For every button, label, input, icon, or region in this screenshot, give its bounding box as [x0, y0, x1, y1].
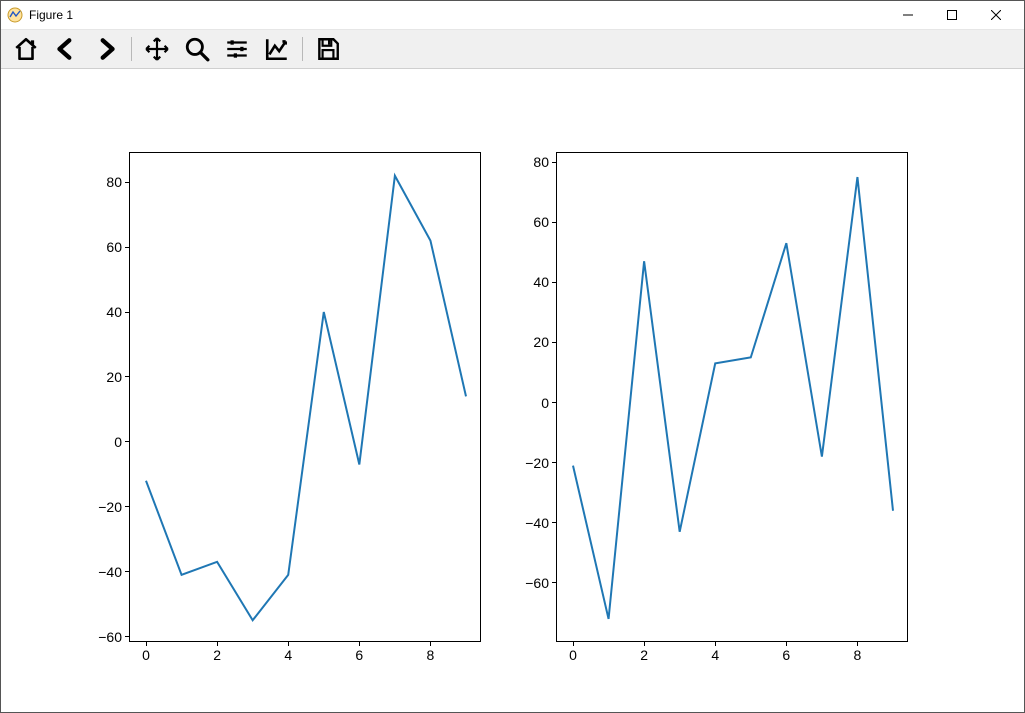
ytick-label: 40 — [533, 274, 549, 290]
maximize-icon — [947, 10, 957, 20]
forward-button[interactable] — [87, 32, 125, 66]
ytick-label: −40 — [98, 564, 122, 580]
subplot-2[interactable]: −60−40−2002040608002468 — [556, 152, 908, 642]
ytick-label: 20 — [106, 369, 122, 385]
ytick-label: 20 — [533, 334, 549, 350]
back-button[interactable] — [47, 32, 85, 66]
line-series — [557, 153, 909, 643]
toolbar — [1, 30, 1024, 69]
arrow-right-icon — [93, 36, 119, 62]
pan-button[interactable] — [138, 32, 176, 66]
ytick-label: 0 — [541, 395, 549, 411]
ytick-label: −60 — [525, 575, 549, 591]
ytick-label: −20 — [98, 499, 122, 515]
xtick-label: 2 — [640, 647, 648, 663]
subplot-1[interactable]: −60−40−2002040608002468 — [129, 152, 481, 642]
zoom-button[interactable] — [178, 32, 216, 66]
xtick-label: 6 — [782, 647, 790, 663]
zoom-icon — [184, 36, 210, 62]
axis-edit-button[interactable] — [258, 32, 296, 66]
titlebar-left: Figure 1 — [7, 7, 73, 23]
ytick-label: 0 — [114, 434, 122, 450]
ytick-label: 80 — [106, 174, 122, 190]
ytick-label: −20 — [525, 455, 549, 471]
arrow-left-icon — [53, 36, 79, 62]
sliders-icon — [224, 36, 250, 62]
xtick-label: 4 — [284, 647, 292, 663]
ytick-label: 60 — [106, 239, 122, 255]
xtick-label: 8 — [854, 647, 862, 663]
subplots-button[interactable] — [218, 32, 256, 66]
ytick-label: 40 — [106, 304, 122, 320]
save-button[interactable] — [309, 32, 347, 66]
xtick-label: 6 — [355, 647, 363, 663]
minimize-icon — [903, 10, 913, 20]
toolbar-separator — [302, 37, 303, 61]
figure-window: Figure 1 — [0, 0, 1025, 713]
line-series — [130, 153, 482, 643]
xtick-label: 0 — [142, 647, 150, 663]
window-title: Figure 1 — [29, 8, 73, 22]
figure-canvas[interactable]: −60−40−2002040608002468−60−40−2002040608… — [1, 69, 1024, 712]
maximize-button[interactable] — [930, 1, 974, 29]
move-icon — [144, 36, 170, 62]
xtick-label: 2 — [213, 647, 221, 663]
titlebar: Figure 1 — [1, 1, 1024, 30]
minimize-button[interactable] — [886, 1, 930, 29]
ytick-label: −60 — [98, 629, 122, 645]
ytick-label: −40 — [525, 515, 549, 531]
close-icon — [991, 10, 1001, 20]
close-button[interactable] — [974, 1, 1018, 29]
toolbar-separator — [131, 37, 132, 61]
chart-line-icon — [264, 36, 290, 62]
xtick-label: 8 — [427, 647, 435, 663]
xtick-label: 0 — [569, 647, 577, 663]
save-icon — [315, 36, 341, 62]
home-icon — [13, 36, 39, 62]
window-controls — [886, 1, 1018, 29]
ytick-label: 80 — [533, 154, 549, 170]
axes-frame: −60−40−2002040608002468 — [129, 152, 481, 642]
xtick-label: 4 — [711, 647, 719, 663]
home-button[interactable] — [7, 32, 45, 66]
axes-frame: −60−40−2002040608002468 — [556, 152, 908, 642]
ytick-label: 60 — [533, 214, 549, 230]
app-icon — [7, 7, 23, 23]
